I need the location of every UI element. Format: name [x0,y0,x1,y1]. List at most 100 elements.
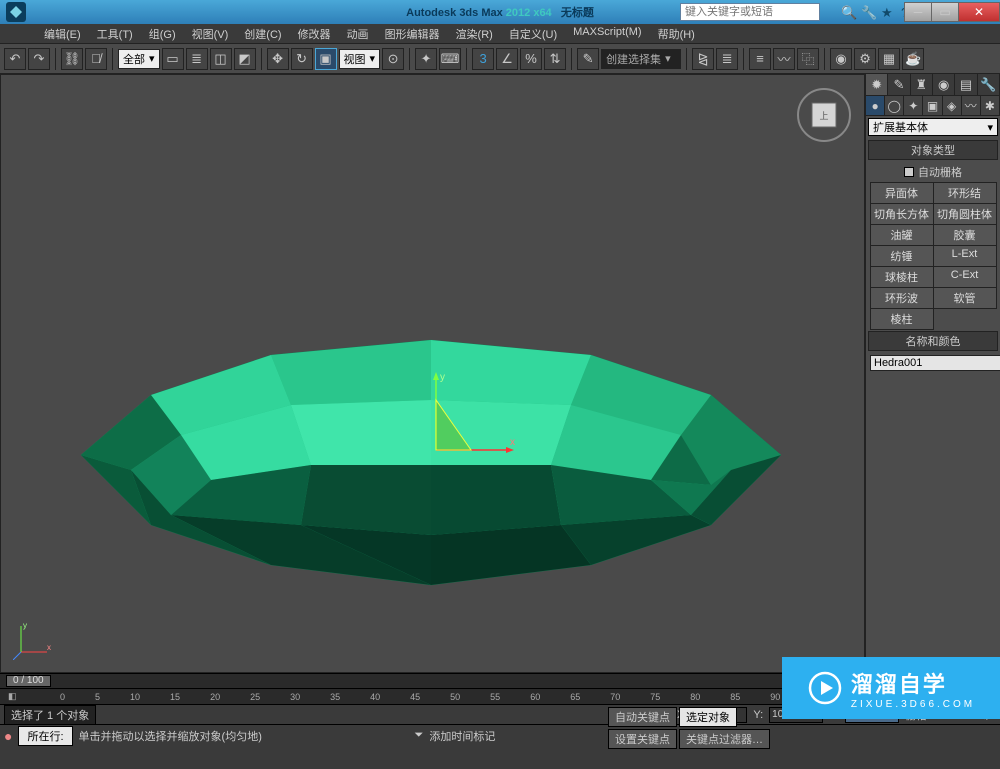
select-button[interactable]: ▭ [162,48,184,70]
watermark-banner: 溜溜自学 ZIXUE.3D66.COM [782,657,1000,719]
move-button[interactable]: ✥ [267,48,289,70]
menu-graph-editors[interactable]: 图形编辑器 [377,24,448,43]
pivot-button[interactable]: ⊙ [382,48,404,70]
btn-spindle[interactable]: 纺锤 [870,245,934,267]
render-setup-button[interactable]: ⚙ [854,48,876,70]
viewport[interactable]: x y 上 x y [1,75,864,672]
menu-create[interactable]: 创建(C) [236,24,289,43]
layer-button[interactable]: ≡ [749,48,771,70]
menu-rendering[interactable]: 渲染(R) [448,24,501,43]
tab-hierarchy[interactable]: ♜ [911,74,933,95]
btn-chamfer-cyl[interactable]: 切角圆柱体 [933,203,997,225]
menu-customize[interactable]: 自定义(U) [501,24,565,43]
cat-cameras[interactable]: ▣ [923,96,942,115]
selection-filter-dropdown[interactable]: 全部 ▾ [118,49,160,69]
view-cube[interactable]: 上 [794,85,854,145]
menu-edit[interactable]: 编辑(E) [36,24,89,43]
align-button[interactable]: ≣ [716,48,738,70]
minimize-button[interactable]: ─ [904,2,932,22]
axis-tripod-icon: x y [13,620,53,660]
menu-views[interactable]: 视图(V) [184,24,237,43]
key-filters-button[interactable]: 关键点过滤器… [679,729,770,749]
tab-motion[interactable]: ◉ [933,74,955,95]
time-slider-handle[interactable]: 0 / 100 [6,675,51,687]
menu-group[interactable]: 组(G) [141,24,184,43]
svg-text:x: x [47,643,51,652]
btn-hedra[interactable]: 异面体 [870,182,934,204]
name-color-rollout-header[interactable]: 名称和颜色 [868,331,998,351]
btn-torus-knot[interactable]: 环形结 [933,182,997,204]
named-sel-button[interactable]: ✎ [577,48,599,70]
star-icon[interactable]: ★ [881,5,895,19]
undo-button[interactable]: ↶ [4,48,26,70]
cat-helpers[interactable]: ◈ [943,96,962,115]
cat-spacewarps[interactable]: 〰 [962,96,981,115]
geometry-category-dropdown[interactable]: 扩展基本体▾ [868,118,998,136]
cat-shapes[interactable]: ◯ [885,96,904,115]
btn-oiltank[interactable]: 油罐 [870,224,934,246]
tab-create[interactable]: ✹ [866,74,888,95]
schematic-view-button[interactable]: ⿻ [797,48,819,70]
unlink-button[interactable]: ⛓̸ [85,48,107,70]
btn-l-ext[interactable]: L-Ext [933,245,997,267]
window-crossing-button[interactable]: ◩ [234,48,256,70]
close-button[interactable]: ✕ [958,2,1000,22]
render-button[interactable]: ☕ [902,48,924,70]
keyboard-shortcut-button[interactable]: ⌨ [439,48,461,70]
scale-button[interactable]: ▣ [315,48,337,70]
selected-only-dropdown[interactable]: 选定对象 [679,707,737,727]
autokey-button[interactable]: 自动关键点 [608,707,677,727]
menu-tools[interactable]: 工具(T) [89,24,141,43]
menu-maxscript[interactable]: MAXScript(M) [565,24,649,43]
auto-grid-checkbox[interactable]: 自动栅格 [866,162,1000,182]
rotate-button[interactable]: ↻ [291,48,313,70]
btn-capsule[interactable]: 胶囊 [933,224,997,246]
app-icon[interactable] [6,2,26,22]
mirror-button[interactable]: ⧎ [692,48,714,70]
script-record-icon[interactable]: ● [4,728,12,744]
menu-animation[interactable]: 动画 [339,24,377,43]
select-region-button[interactable]: ◫ [210,48,232,70]
btn-chamfer-box[interactable]: 切角长方体 [870,203,934,225]
search-icon[interactable]: 🔍 [841,5,855,19]
time-tag-icon[interactable]: ⏷ [415,729,424,742]
set-key-button[interactable]: 设置关键点 [608,729,677,749]
snap-button[interactable]: 3 [472,48,494,70]
redo-button[interactable]: ↷ [28,48,50,70]
tab-modify[interactable]: ✎ [888,74,910,95]
percent-snap-button[interactable]: % [520,48,542,70]
key-icon[interactable]: 🔧 [861,5,875,19]
main-area: [ + 0 顶 ] 真实 [0,74,1000,673]
tab-display[interactable]: ▤ [955,74,977,95]
btn-c-ext[interactable]: C-Ext [933,266,997,288]
btn-hose[interactable]: 软管 [933,287,997,309]
object-name-input[interactable] [870,355,1000,371]
maximize-button[interactable]: ▭ [931,2,959,22]
link-button[interactable]: ⛓ [61,48,83,70]
angle-snap-button[interactable]: ∠ [496,48,518,70]
transform-gizmo[interactable]: x y [416,370,516,470]
ref-coord-dropdown[interactable]: 视图 ▾ [339,49,381,69]
cat-geometry[interactable]: ● [866,96,885,115]
named-selection-dropdown[interactable]: 创建选择集 ▾ [601,49,681,69]
btn-ringwave[interactable]: 环形波 [870,287,934,309]
help-search-input[interactable] [680,3,820,21]
render-frame-button[interactable]: ▦ [878,48,900,70]
add-time-tag-button[interactable]: 添加时间标记 [429,728,495,744]
manipulate-button[interactable]: ✦ [415,48,437,70]
cat-systems[interactable]: ✱ [981,96,1000,115]
material-editor-button[interactable]: ◉ [830,48,852,70]
spinner-snap-button[interactable]: ⇅ [544,48,566,70]
btn-prism[interactable]: 棱柱 [870,308,934,330]
select-by-name-button[interactable]: ≣ [186,48,208,70]
timeline-start-icon[interactable]: ◧ [8,691,17,702]
menu-help[interactable]: 帮助(H) [650,24,703,43]
tab-utilities[interactable]: 🔧 [978,74,1000,95]
prompt-text: 单击并拖动以选择并缩放对象(均匀地) [79,728,409,744]
menu-modifiers[interactable]: 修改器 [290,24,339,43]
btn-gengon[interactable]: 球棱柱 [870,266,934,288]
object-type-buttons: 异面体 环形结 切角长方体 切角圆柱体 油罐 胶囊 纺锤 L-Ext 球棱柱 C… [870,182,996,329]
cat-lights[interactable]: ✦ [904,96,923,115]
curve-editor-button[interactable]: 〰 [773,48,795,70]
object-type-rollout-header[interactable]: 对象类型 [868,140,998,160]
